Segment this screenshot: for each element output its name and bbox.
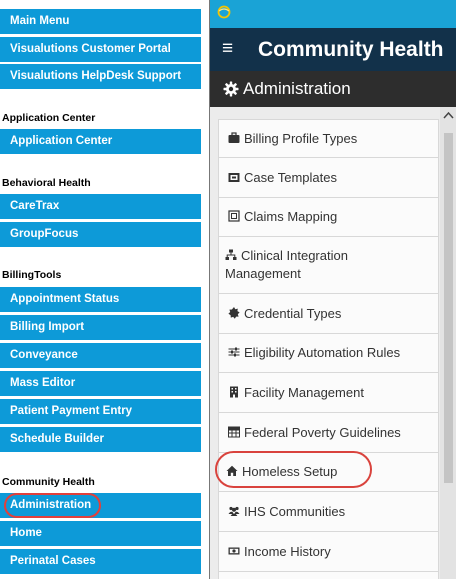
nav-item-perinatal-cases[interactable]: Perinatal Cases [0,549,201,574]
menu-item-label: Credential Types [244,306,342,321]
sliders-icon [228,347,240,357]
copy-icon [228,173,240,182]
menu-item-label-line1: Clinical Integration [241,248,348,263]
window-title-strip [210,0,456,28]
gear-icon [223,81,239,97]
left-navigation: Main Menu Visualutions Customer Portal V… [0,0,203,579]
menu-item-label-line2: Management [225,266,301,281]
money-icon [228,547,240,555]
admin-menu-list: Billing Profile Types Case Templates Cla… [210,107,456,579]
menu-item-eligibility-automation-rules[interactable]: Eligibility Automation Rules [218,334,439,373]
menu-item-homeless-setup[interactable]: Homeless Setup [218,453,439,492]
sitemap-icon [225,249,237,260]
briefcase-icon [228,132,240,143]
certificate-icon [228,307,240,319]
menu-item-label: Facility Management [244,385,364,400]
menu-item-ihs-communities[interactable]: IHS Communities [218,492,439,532]
menu-item-case-templates[interactable]: Case Templates [218,158,439,198]
menu-item-income-history[interactable]: Income History [218,532,439,572]
section-title-behavioral-health: Behavioral Health [2,177,91,189]
menu-item-label: Claims Mapping [244,209,338,224]
menu-item-label: Eligibility Automation Rules [244,345,401,360]
scrollbar-thumb[interactable] [444,133,453,483]
nav-item-schedule-builder[interactable]: Schedule Builder [0,427,201,452]
table-icon [228,426,240,438]
menu-item-partial[interactable] [218,572,439,579]
menu-item-label: Federal Poverty Guidelines [244,425,401,440]
nav-item-patient-payment-entry[interactable]: Patient Payment Entry [0,399,201,424]
building-icon [230,386,238,398]
nav-item-mass-editor[interactable]: Mass Editor [0,371,201,396]
menu-item-label: IHS Communities [244,504,346,519]
section-header: Administration [210,71,456,107]
nav-item-customer-portal[interactable]: Visualutions Customer Portal [0,37,201,62]
nav-item-main-menu[interactable]: Main Menu [0,9,201,34]
menu-item-clinical-integration-management[interactable]: Clinical Integration Management [218,237,439,294]
app-header: ≡ Community Health [210,28,456,71]
section-title-billingtools: BillingTools [2,269,62,281]
menu-item-federal-poverty-guidelines[interactable]: Federal Poverty Guidelines [218,413,439,453]
home-icon [226,465,238,476]
menu-item-billing-profile-types[interactable]: Billing Profile Types [218,119,439,158]
section-title-community-health: Community Health [2,476,95,488]
nav-item-application-center[interactable]: Application Center [0,129,201,154]
section-title: Administration [243,79,351,98]
menu-item-label: Income History [244,544,331,559]
hamburger-menu-icon[interactable]: ≡ [222,38,233,60]
app-window: ≡ Community Health Administration Billin… [209,0,456,579]
nav-item-helpdesk-support[interactable]: Visualutions HelpDesk Support [0,64,201,89]
nav-item-groupfocus[interactable]: GroupFocus [0,222,201,247]
nav-item-caretrax[interactable]: CareTrax [0,194,201,219]
menu-item-claims-mapping[interactable]: Claims Mapping [218,198,439,237]
menu-item-label: Case Templates [244,170,337,185]
map-icon [228,210,240,222]
nav-item-home[interactable]: Home [0,521,201,546]
vertical-scrollbar[interactable] [440,107,456,579]
menu-item-label: Billing Profile Types [244,131,358,146]
nav-item-appointment-status[interactable]: Appointment Status [0,287,201,312]
section-title-application-center: Application Center [2,112,96,124]
users-icon [228,506,240,516]
nav-item-billing-import[interactable]: Billing Import [0,315,201,340]
menu-item-facility-management[interactable]: Facility Management [218,373,439,413]
scroll-up-arrow-icon[interactable] [443,111,454,119]
app-title: Community Health [258,38,444,61]
nav-item-conveyance[interactable]: Conveyance [0,343,201,368]
menu-item-label: Homeless Setup [242,464,338,479]
nav-item-administration[interactable]: Administration [0,493,201,518]
menu-item-credential-types[interactable]: Credential Types [218,294,439,334]
browser-icon [217,5,231,19]
